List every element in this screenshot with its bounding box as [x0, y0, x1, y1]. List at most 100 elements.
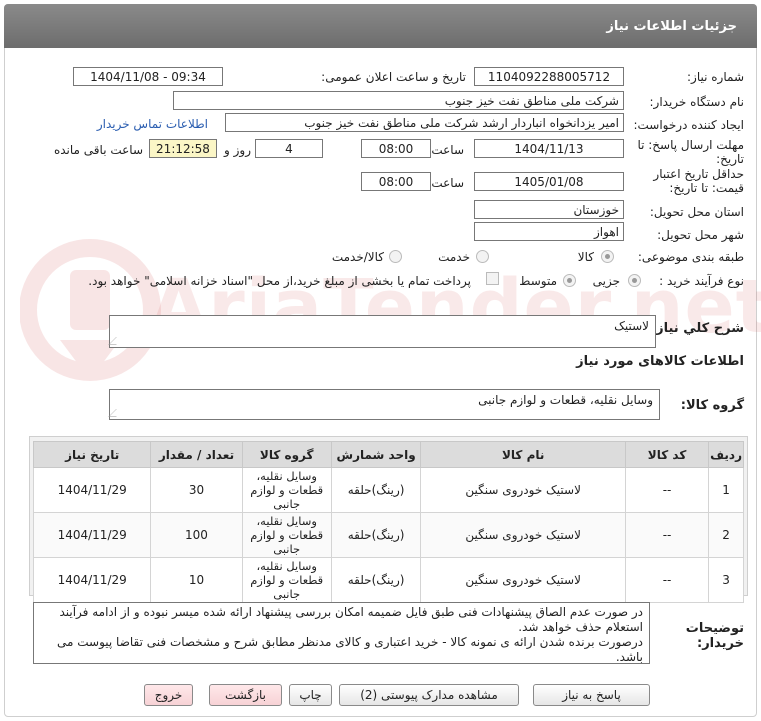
view-attachments-button[interactable]: مشاهده مدارک پیوستی (2): [339, 684, 519, 706]
notes-label: توضیحات: [685, 621, 744, 636]
contact-buyer-link[interactable]: اطلاعات تماس خریدار: [97, 117, 208, 131]
cell-row: 1: [708, 467, 744, 513]
remaining-time-field: 21:12:58: [149, 139, 217, 158]
col-row: ردیف: [708, 441, 744, 468]
deadline-label: مهلت ارسال پاسخ: تا: [637, 138, 744, 152]
need-number-field: 1104092288005712: [474, 67, 624, 86]
resize-grip-icon[interactable]: [108, 337, 124, 345]
cell-code: --: [624, 467, 710, 513]
cell-group-line: جانبی: [273, 542, 301, 556]
need-number-label: شماره نیاز:: [687, 70, 744, 84]
table-row: 3 -- لاستیک خودروی سنگین (رینگ)حلقه وسای…: [32, 557, 744, 603]
validity-time-label: ساعت: [431, 176, 464, 190]
cell-name: لاستیک خودروی سنگین: [420, 512, 626, 558]
city-label: شهر محل تحویل:: [657, 228, 744, 242]
cell-unit: (رینگ)حلقه: [330, 467, 422, 513]
print-button[interactable]: چاپ: [289, 684, 332, 706]
cell-group-line: وسایل نقلیه،: [256, 559, 317, 573]
process-option-medium: متوسط: [519, 274, 557, 288]
deadline-date-field: 1404/11/13: [474, 139, 624, 158]
cell-qty: 100: [150, 512, 243, 558]
requester-label: ایجاد کننده درخواست:: [633, 118, 744, 132]
table-row: 1 -- لاستیک خودروی سنگین (رینگ)حلقه وسای…: [32, 467, 744, 513]
cell-group-line: جانبی: [273, 587, 301, 601]
notes-line: استعلام حذف خواهد شد.: [518, 620, 643, 634]
cell-group: وسایل نقلیه، قطعات و لوازم جانبی: [241, 467, 332, 513]
col-unit: واحد شمارش: [330, 441, 422, 468]
cell-date: 1404/11/29: [32, 557, 152, 603]
category-radio-service[interactable]: [476, 250, 489, 263]
cell-group-line: وسایل نقلیه،: [256, 469, 317, 483]
respond-button[interactable]: پاسخ به نیاز: [533, 684, 650, 706]
cell-qty: 10: [150, 557, 243, 603]
category-option-goods-service: کالا/خدمت: [331, 250, 384, 264]
deadline-time-label: ساعت: [431, 143, 464, 157]
cell-code: --: [624, 557, 710, 603]
buyer-org-field: شرکت ملی مناطق نفت خیز جنوب: [173, 91, 624, 110]
summary-field: لاستیک: [108, 315, 656, 348]
col-name: نام کالا: [420, 441, 626, 468]
category-radio-goods-service[interactable]: [389, 250, 402, 263]
summary-label: شرح کلي نياز:: [650, 321, 744, 336]
announce-field: 1404/11/08 - 09:34: [73, 67, 223, 86]
category-radio-goods[interactable]: [601, 250, 614, 263]
cell-name: لاستیک خودروی سنگین: [420, 557, 626, 603]
notes-label-buyer: خریدار:: [697, 636, 744, 651]
province-field: خوزستان: [474, 200, 624, 219]
cell-group-line: قطعات و لوازم: [250, 573, 324, 587]
goods-group-text: وسایل نقلیه، قطعات و لوازم جانبی: [478, 393, 653, 407]
cell-group-line: وسایل نقلیه،: [256, 514, 317, 528]
goods-group-label: گروه کالا:: [680, 398, 744, 413]
page-title: جزئیات اطلاعات نیاز: [606, 18, 737, 34]
validity-label: حداقل تاریخ اعتبار: [653, 167, 744, 181]
validity-date-field: 1405/01/08: [474, 172, 624, 191]
cell-group: وسایل نقلیه، قطعات و لوازم جانبی: [241, 512, 332, 558]
category-label: طبقه بندی موضوعی:: [637, 250, 744, 264]
cell-group-line: قطعات و لوازم: [250, 528, 324, 542]
cell-row: 3: [708, 557, 744, 603]
exit-button[interactable]: خروج: [144, 684, 193, 706]
cell-unit: (رینگ)حلقه: [330, 512, 422, 558]
summary-text: لاستیک: [614, 319, 649, 333]
validity-time-field: 08:00: [361, 172, 431, 191]
cell-row: 2: [708, 512, 744, 558]
cell-unit: (رینگ)حلقه: [330, 557, 422, 603]
cell-qty: 30: [150, 467, 243, 513]
notes-line: در صورت عدم الصاق پیشنهادات فنی طبق فایل…: [59, 605, 643, 619]
category-option-service: خدمت: [438, 250, 470, 264]
goods-info-title: اطلاعات کالاهای مورد نیاز: [576, 354, 744, 369]
cell-code: --: [624, 512, 710, 558]
remaining-label: ساعت باقی مانده: [53, 143, 143, 157]
payment-note: پرداخت تمام یا بخشی از مبلغ خرید،از محل …: [88, 274, 471, 288]
table-header-row: ردیف کد کالا نام کالا واحد شمارش گروه کا…: [32, 441, 744, 468]
process-radio-minor[interactable]: [628, 274, 641, 287]
days-label: روز و: [224, 143, 251, 157]
category-option-goods: کالا: [577, 250, 594, 264]
cell-group-line: قطعات و لوازم: [250, 483, 324, 497]
col-group: گروه کالا: [241, 441, 332, 468]
validity-label-date: قیمت: تا تاریخ:: [669, 181, 744, 195]
cell-group-line: جانبی: [273, 497, 301, 511]
announce-label: تاریخ و ساعت اعلان عمومی:: [321, 70, 466, 84]
notes-line: درصورت برنده شدن ارائه ی نمونه کالا - خر…: [56, 635, 643, 664]
days-remaining-field: 4: [255, 139, 323, 158]
payment-checkbox[interactable]: [486, 272, 499, 285]
cell-group: وسایل نقلیه، قطعات و لوازم جانبی: [241, 557, 332, 603]
cell-date: 1404/11/29: [32, 512, 152, 558]
table-row: 2 -- لاستیک خودروی سنگین (رینگ)حلقه وسای…: [32, 512, 744, 558]
process-radio-medium[interactable]: [563, 274, 576, 287]
col-qty: تعداد / مقدار: [150, 441, 243, 468]
back-button[interactable]: بازگشت: [209, 684, 282, 706]
requester-field: امیر یزدانخواه انباردار ارشد شرکت ملی من…: [225, 113, 624, 132]
process-label: نوع فرآیند خرید :: [659, 274, 744, 288]
col-date: تاریخ نیاز: [32, 441, 152, 468]
process-option-minor: جزیی: [592, 274, 620, 288]
province-label: استان محل تحویل:: [649, 205, 744, 219]
cell-name: لاستیک خودروی سنگین: [420, 467, 626, 513]
deadline-time-field: 08:00: [361, 139, 431, 158]
buyer-notes-field: در صورت عدم الصاق پیشنهادات فنی طبق فایل…: [33, 602, 650, 664]
city-field: اهواز: [474, 222, 624, 241]
col-code: کد کالا: [624, 441, 710, 468]
items-table: ردیف کد کالا نام کالا واحد شمارش گروه کا…: [32, 441, 744, 603]
resize-grip-icon[interactable]: [108, 409, 124, 417]
